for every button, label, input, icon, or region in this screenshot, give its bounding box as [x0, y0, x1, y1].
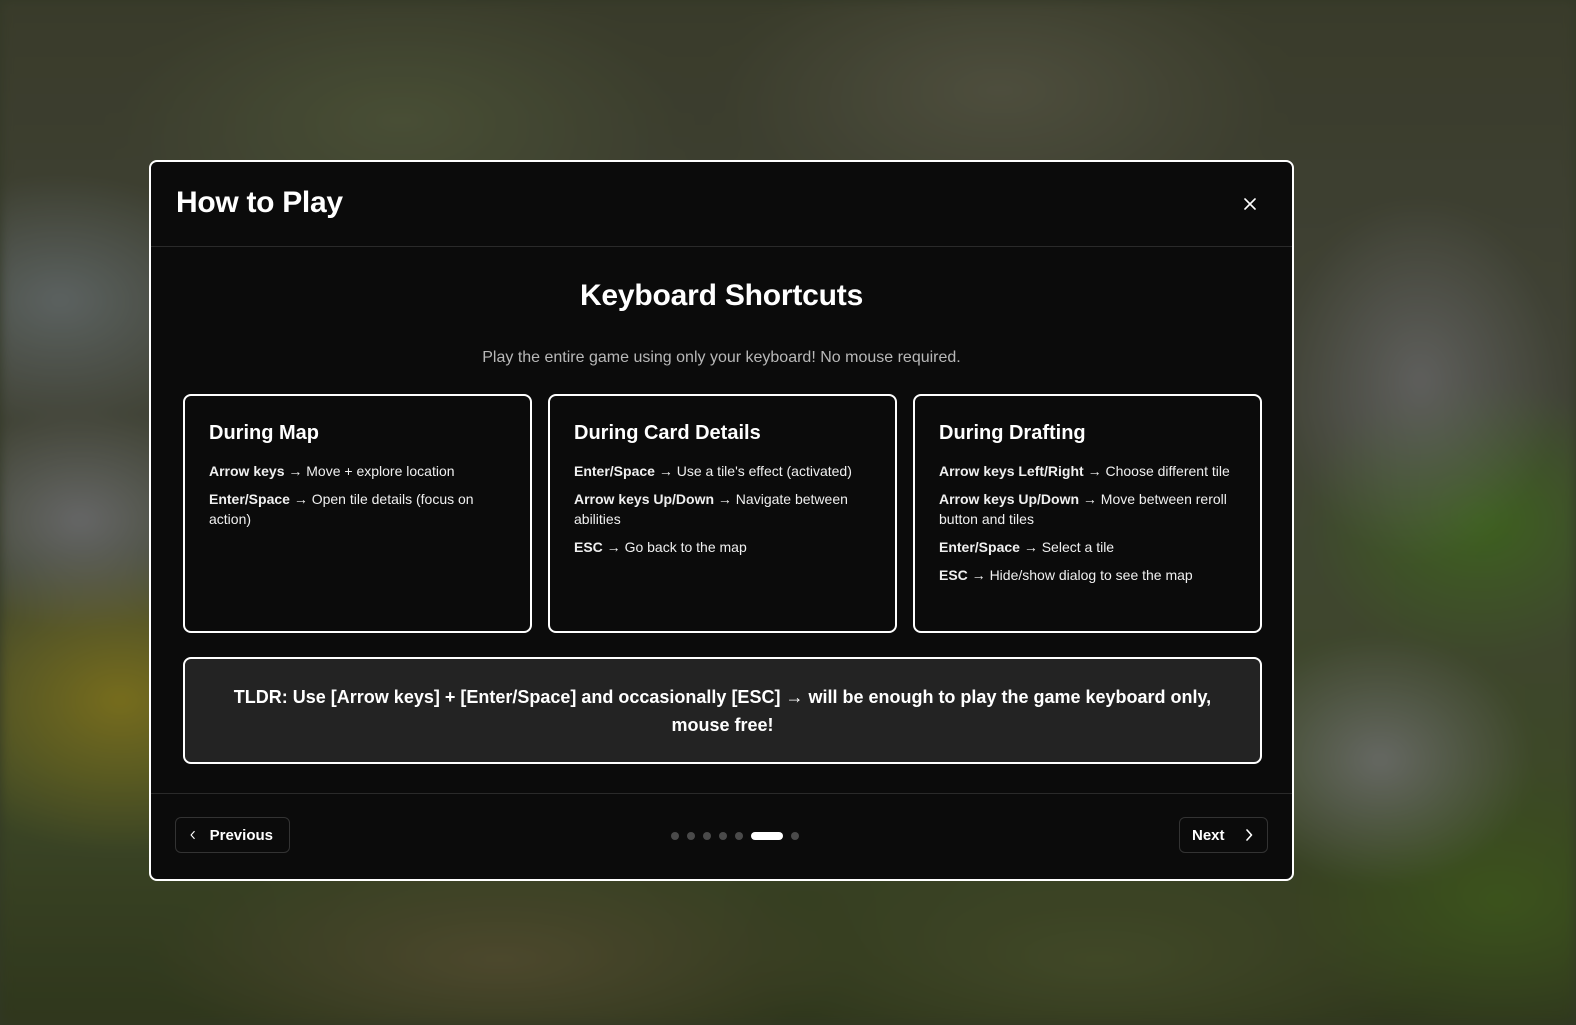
close-button[interactable] [1238, 192, 1262, 216]
shortcut-action: → Choose different tile [1083, 463, 1230, 479]
shortcut-item: Enter/Space → Open tile details (focus o… [209, 489, 506, 529]
shortcut-key: Enter/Space [574, 463, 655, 479]
next-button[interactable]: Next [1179, 817, 1268, 853]
page-dot[interactable] [719, 832, 727, 840]
chevron-right-icon [1246, 829, 1253, 841]
page-dot[interactable] [791, 832, 799, 840]
shortcut-action: → Hide/show dialog to see the map [967, 567, 1193, 583]
next-label: Next [1192, 826, 1225, 844]
shortcut-key: ESC [939, 567, 968, 583]
close-icon [1244, 198, 1256, 210]
page-dot[interactable] [703, 832, 711, 840]
shortcut-key: Enter/Space [209, 491, 290, 507]
section-title: Keyboard Shortcuts [579, 279, 864, 312]
tldr-banner: TLDR: Use [Arrow keys] + [Enter/Space] a… [183, 657, 1262, 764]
how-to-play-dialog: How to Play Keyboard Shortcuts Play the … [149, 160, 1294, 881]
shortcut-action: → Select a tile [1019, 539, 1115, 555]
page-dot[interactable] [687, 832, 695, 840]
shortcut-action: → Move + explore location [284, 463, 455, 479]
shortcut-key: Arrow keys Up/Down [574, 491, 715, 507]
shortcut-key: Arrow keys Up/Down [939, 491, 1080, 507]
shortcut-cards: During Map Arrow keys → Move + explore l… [183, 394, 1262, 633]
shortcut-key: ESC [574, 539, 603, 555]
shortcut-action: → Go back to the map [602, 539, 747, 555]
shortcut-item: ESC → Hide/show dialog to see the map [939, 565, 1236, 585]
chevron-left-icon [190, 830, 195, 840]
card-during-card-details: During Card Details Enter/Space → Use a … [548, 394, 897, 633]
previous-button[interactable]: Previous [175, 817, 290, 853]
dialog-footer: Previous Next [151, 793, 1292, 879]
shortcut-key: Arrow keys Left/Right [939, 463, 1084, 479]
card-during-drafting: During Drafting Arrow keys Left/Right → … [913, 394, 1262, 633]
shortcut-action: → Use a tile's effect (activated) [654, 463, 852, 479]
card-title: During Card Details [574, 422, 761, 444]
page-dot[interactable] [735, 832, 743, 840]
shortcut-item: Enter/Space → Use a tile's effect (activ… [574, 461, 871, 481]
page-indicator [671, 832, 799, 840]
card-title: During Map [209, 422, 319, 444]
previous-label: Previous [209, 826, 273, 844]
shortcut-key: Enter/Space [939, 539, 1020, 555]
card-title: During Drafting [939, 422, 1086, 444]
shortcut-item: Enter/Space → Select a tile [939, 537, 1236, 557]
dialog-header: How to Play [151, 162, 1292, 247]
section-subtitle: Play the entire game using only your key… [482, 349, 961, 366]
card-during-map: During Map Arrow keys → Move + explore l… [183, 394, 532, 633]
shortcut-item: Arrow keys Left/Right → Choose different… [939, 461, 1236, 481]
shortcut-item: ESC → Go back to the map [574, 537, 871, 557]
shortcut-key: Arrow keys [209, 463, 285, 479]
dialog-title: How to Play [176, 186, 343, 219]
page-dot-active[interactable] [751, 832, 783, 840]
page-dot[interactable] [671, 832, 679, 840]
shortcut-item: Arrow keys → Move + explore location [209, 461, 506, 481]
shortcut-item: Arrow keys Up/Down → Navigate between ab… [574, 489, 871, 529]
shortcut-item: Arrow keys Up/Down → Move between reroll… [939, 489, 1236, 529]
